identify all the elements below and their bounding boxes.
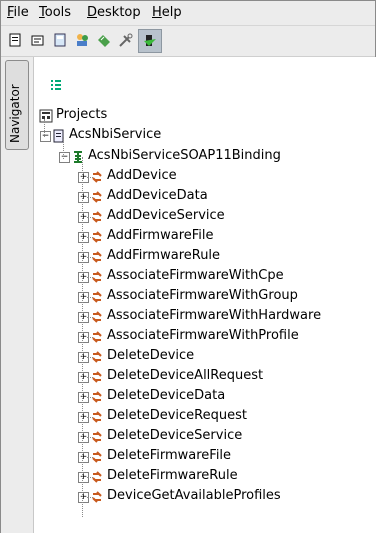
tree-label: AddFirmwareRule: [107, 248, 221, 263]
run-button[interactable]: [138, 29, 162, 53]
tree-label: AssociateFirmwareWithProfile: [107, 328, 299, 343]
tree-connector: [87, 437, 93, 438]
tree-label: AssociateFirmwareWithHardware: [107, 308, 322, 323]
tree-label: AddFirmwareFile: [107, 228, 214, 243]
tree-connector: [87, 497, 93, 498]
tree-connector: [87, 337, 93, 338]
tree-connector: [87, 237, 93, 238]
tree-label: AddDevice: [107, 168, 177, 183]
tree-connector: [87, 257, 93, 258]
tree-label: DeleteDeviceData: [107, 388, 226, 403]
tree-label: Projects: [56, 107, 108, 122]
run-icon: [144, 35, 156, 46]
users-icon[interactable]: [74, 32, 90, 48]
tree-label: AddDeviceData: [107, 188, 208, 203]
tree-connector: [87, 217, 93, 218]
tree-expander-icon[interactable]: −: [59, 152, 70, 163]
menu-file-rest: ile: [13, 5, 29, 20]
tree-label: DeleteDevice: [107, 348, 195, 363]
tree-connector: [87, 377, 93, 378]
tree-connector: [87, 397, 93, 398]
menu-help[interactable]: Help: [152, 5, 182, 20]
tree-connector: [63, 137, 64, 159]
tree-connector: [87, 297, 93, 298]
tree-label: AcsNbiService: [69, 127, 162, 142]
tree-connector: [44, 119, 45, 137]
validate-icon[interactable]: [96, 32, 112, 48]
tree-connector: [87, 277, 93, 278]
menu-bar: File Tools Desktop Help: [1, 1, 375, 26]
new-project-icon[interactable]: [8, 32, 24, 48]
tree-connector: [87, 177, 93, 178]
tree-label: DeleteDeviceRequest: [107, 408, 247, 423]
tree-label: AssociateFirmwareWithGroup: [107, 288, 298, 303]
tree-connector: [87, 317, 93, 318]
open-project-icon[interactable]: [30, 32, 46, 48]
tree-connector: [87, 457, 93, 458]
tab-navigator[interactable]: Navigator: [5, 60, 29, 150]
tree-expander-icon[interactable]: −: [40, 131, 51, 142]
tree-connector: [87, 477, 93, 478]
tree-view-icon[interactable]: [50, 80, 62, 90]
tools-icon[interactable]: [118, 32, 134, 48]
toolbar: [1, 26, 375, 57]
tree-connector: [87, 357, 93, 358]
tree-label: AcsNbiServiceSOAP11Binding: [88, 148, 281, 163]
menu-tools[interactable]: Tools: [39, 5, 71, 20]
tree-label: DeleteDeviceService: [107, 428, 243, 443]
menu-desktop[interactable]: Desktop: [87, 5, 141, 20]
tree-connector: [82, 157, 83, 517]
tree-label: DeviceGetAvailableProfiles: [107, 488, 281, 503]
projects-icon: [39, 109, 53, 123]
tree-connector: [87, 197, 93, 198]
navigator-panel: Projects − AcsNbiService − AcsNbiServiceSOAP…: [34, 57, 376, 533]
tree-label: DeleteFirmwareRule: [107, 468, 238, 483]
navigator-header: [34, 57, 376, 103]
tree-label: DeleteDeviceAllRequest: [107, 368, 264, 383]
save-icon[interactable]: [52, 32, 68, 48]
tree-label: AssociateFirmwareWithCpe: [107, 268, 284, 283]
tree-connector: [87, 417, 93, 418]
menu-file[interactable]: File: [7, 5, 29, 20]
tree-label: DeleteFirmwareFile: [107, 448, 232, 463]
tree-label: AddDeviceService: [107, 208, 225, 223]
